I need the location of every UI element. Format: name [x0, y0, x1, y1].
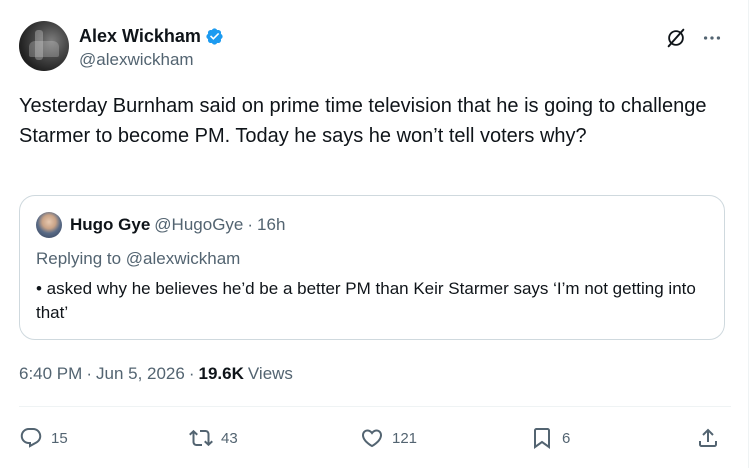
reply-count: 15 [51, 429, 68, 447]
grok-button[interactable] [663, 25, 689, 51]
quoted-replying-to: Replying to @alexwickham [36, 249, 241, 268]
like-icon [361, 429, 383, 448]
meta-separator: · [86, 364, 92, 383]
reply-icon [20, 428, 42, 448]
repost-button[interactable]: 43 [189, 422, 238, 454]
more-icon [703, 36, 721, 40]
tweet-date[interactable]: Jun 5, 2026 [96, 363, 185, 385]
grok-icon [667, 28, 685, 48]
meta-separator: · [188, 364, 195, 383]
tweet-header: Alex Wickham @alexwickham [19, 21, 731, 73]
quoted-time: 16h [257, 215, 286, 234]
avatar[interactable] [19, 21, 69, 71]
more-button[interactable] [699, 25, 725, 51]
repost-count: 43 [221, 429, 238, 447]
divider [19, 406, 731, 407]
like-button[interactable]: 121 [360, 422, 417, 454]
quoted-handle: @HugoGye [154, 215, 244, 234]
share-button[interactable] [696, 422, 720, 454]
tweet-text: Yesterday Burnham said on prime time tel… [19, 95, 707, 147]
bookmark-count: 6 [562, 429, 571, 447]
views-label: Views [247, 364, 293, 383]
quoted-display-name: Hugo Gye [70, 215, 151, 234]
verified-badge-icon [206, 27, 223, 45]
bookmark-button[interactable]: 6 [530, 422, 570, 454]
author-handle[interactable]: @alexwickham [79, 49, 194, 71]
like-count: 121 [392, 429, 418, 447]
repost-icon [189, 429, 213, 447]
quoted-separator: · [247, 215, 254, 234]
reply-button[interactable]: 15 [19, 422, 68, 454]
author-display-name[interactable]: Alex Wickham [79, 25, 201, 47]
quoted-tweet[interactable]: Hugo Gye @HugoGye · 16h Replying to @ale… [19, 195, 725, 340]
bookmark-icon [534, 428, 550, 449]
tweet-time[interactable]: 6:40 PM [19, 363, 82, 385]
author-name-row: Alex Wickham [79, 25, 224, 47]
quoted-text: • asked why he believes he’d be a better… [36, 279, 696, 322]
action-bar: 15 43 121 6 [19, 422, 731, 454]
quoted-tweet-header: Hugo Gye @HugoGye · 16h [36, 212, 285, 238]
tweet-meta: 6:40 PM · Jun 5, 2026 · 19.6K Views [19, 363, 293, 385]
share-icon [699, 428, 717, 447]
quoted-avatar [36, 212, 62, 238]
views-count: 19.6K [198, 364, 244, 383]
